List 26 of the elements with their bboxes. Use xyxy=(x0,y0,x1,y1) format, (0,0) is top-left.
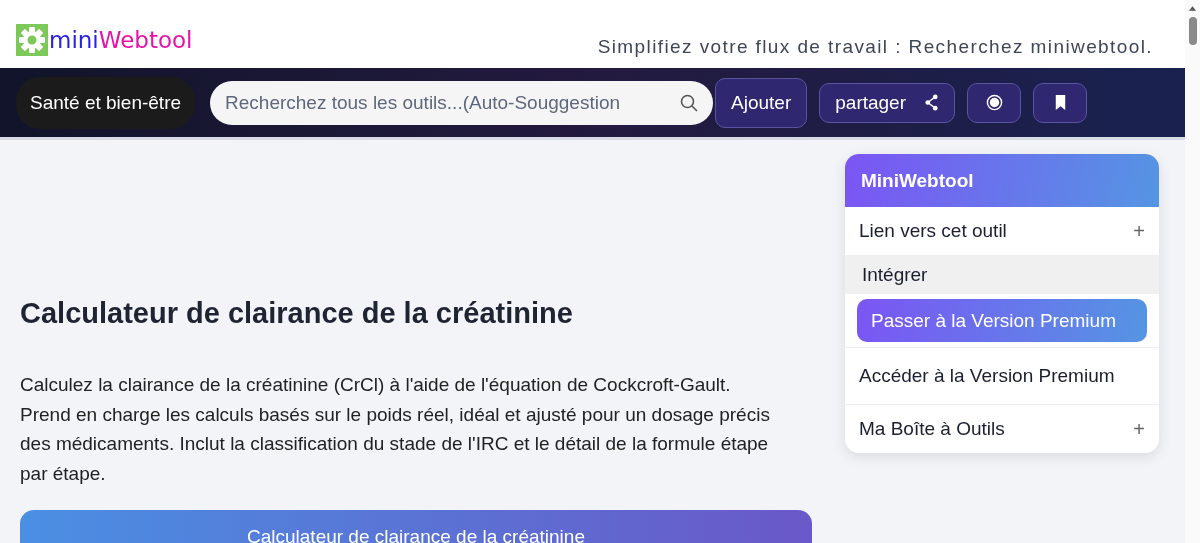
search-icon[interactable] xyxy=(679,92,700,113)
sidebar-link[interactable]: Ma Boîte à Outils xyxy=(858,418,1005,440)
share-icon xyxy=(924,94,940,111)
page-title: Calculateur de clairance de la créatinine xyxy=(20,297,574,330)
search-field[interactable]: Recherchez tous les outils...(Auto-Souggestion xyxy=(210,80,714,125)
add-button[interactable]: Ajouter xyxy=(715,77,808,128)
plus-icon[interactable]: + xyxy=(1133,219,1145,243)
tagline: Simplifiez votre flux de travail : Recherchez miniwebtool. xyxy=(597,36,1153,58)
gear-icon xyxy=(16,24,48,56)
sidebar-link[interactable]: Accéder à la Version Premium xyxy=(844,348,1159,405)
site-logo[interactable]: miniWebtool xyxy=(16,24,193,56)
card-title: Calculateur de clairance de la créatinine xyxy=(247,526,585,543)
bookmark-button[interactable] xyxy=(1033,82,1088,123)
scroll-up-arrow-icon[interactable] xyxy=(1188,5,1197,11)
sidebar-link[interactable]: Lien vers cet outil xyxy=(858,220,1007,242)
sidebar-item[interactable]: Intégrer xyxy=(844,255,1159,294)
record-button[interactable] xyxy=(967,82,1022,123)
category-button[interactable]: Santé et bien-être xyxy=(16,76,196,129)
premium-button[interactable]: Passer à la Version Premium xyxy=(856,299,1147,342)
description: Calculez la clairance de la créatinine (CrCl) à l'aide de l'équation de Cockcroft-Gault. Prend en charge les calculs basés sur le poids réel, idéal et ajusté pour un dosage précis des médicaments. Inclut la classification du stade de l'IRC et le détail de la formule étape par étape. xyxy=(20,373,771,486)
record-icon xyxy=(985,94,1003,111)
plus-icon[interactable]: + xyxy=(1133,417,1145,441)
scrollbar[interactable] xyxy=(1185,0,1200,543)
scrollbar-thumb[interactable] xyxy=(1188,17,1197,45)
sidebar-title: MiniWebtool xyxy=(844,154,1159,207)
share-button[interactable]: partager xyxy=(819,82,956,123)
